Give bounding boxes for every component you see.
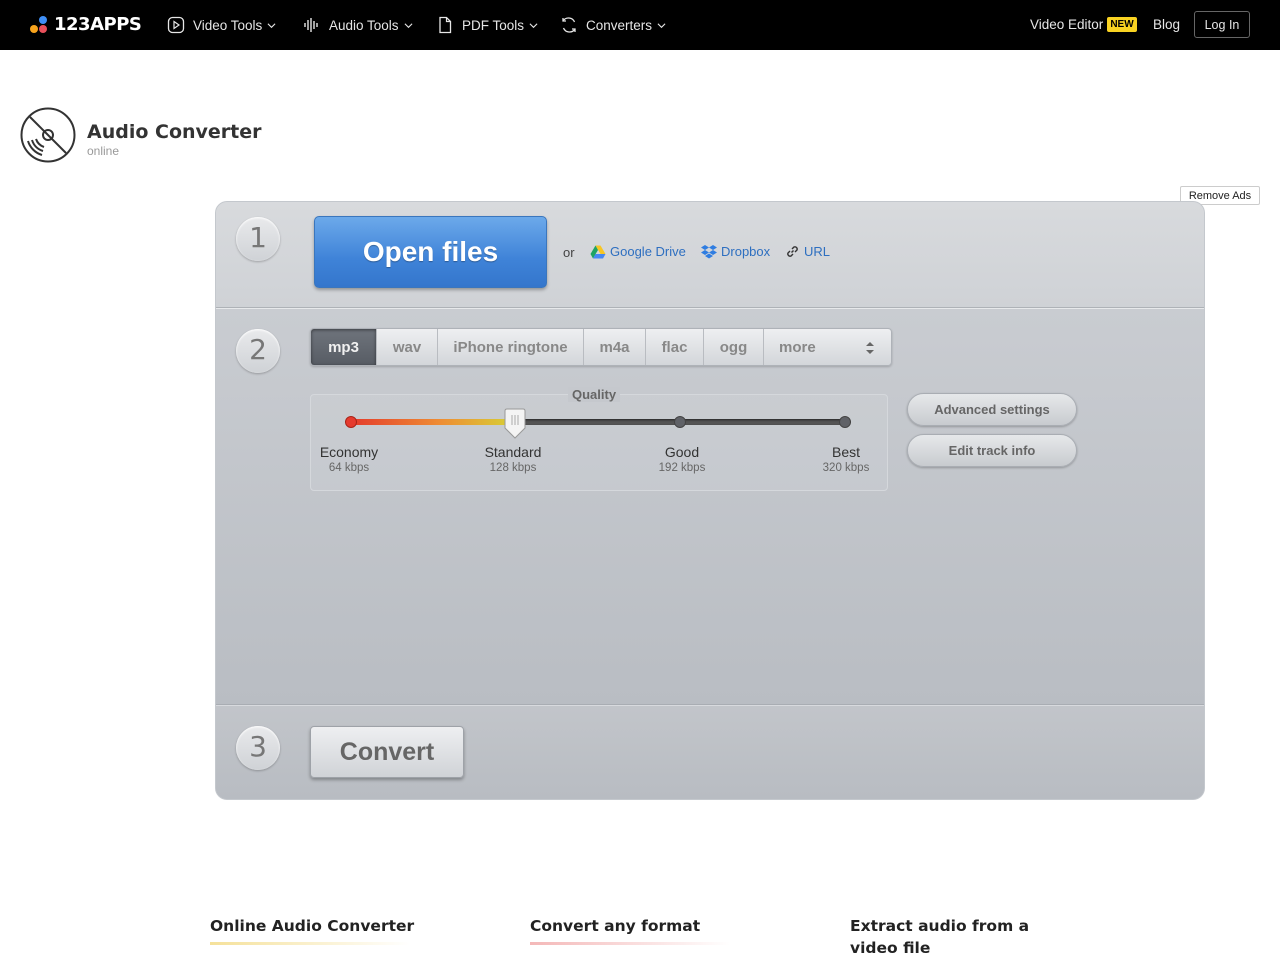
app-title: Audio Converter: [87, 121, 262, 143]
quality-box: Quality Economy 64 kbps Standard 128 kbp…: [310, 387, 888, 491]
converter-panel: 1 Open files or Google Drive Dropbox URL…: [215, 201, 1205, 800]
nav-video-editor[interactable]: Video Editor NEW: [1030, 17, 1137, 32]
footer-heading-convert-any-format: Convert any format: [530, 917, 701, 935]
quality-bitrate-best: 320 kbps: [822, 462, 870, 474]
step-2-number: 2: [236, 329, 280, 373]
quality-slider-track[interactable]: [345, 416, 851, 428]
step-3-number: 3: [236, 726, 280, 770]
quality-slider-thumb[interactable]: [503, 408, 527, 440]
nav-blog[interactable]: Blog: [1153, 17, 1180, 32]
nav-audio-tools-label: Audio Tools: [329, 17, 399, 33]
format-tab-mp3[interactable]: mp3: [311, 329, 377, 365]
brand-dots-icon: [30, 15, 50, 35]
step-1-section: 1 Open files or Google Drive Dropbox URL: [216, 202, 1204, 308]
chevron-down-icon: [529, 22, 538, 28]
url-label: URL: [804, 244, 831, 259]
google-drive-label: Google Drive: [610, 244, 686, 259]
chevron-down-icon: [657, 22, 666, 28]
document-icon: [439, 16, 452, 34]
format-tab-wav[interactable]: wav: [377, 329, 438, 365]
quality-slider-fill: [349, 419, 515, 425]
open-files-button[interactable]: Open files: [314, 216, 547, 288]
nav-converters[interactable]: Converters: [560, 16, 666, 34]
format-more-dropdown[interactable]: more: [764, 329, 891, 365]
chevron-down-icon: [404, 22, 413, 28]
step-3-section: 3 Convert: [216, 706, 1204, 799]
footer-heading-online-audio-converter: Online Audio Converter: [210, 917, 415, 935]
quality-title: Quality: [568, 387, 621, 402]
nav-blog-label: Blog: [1153, 17, 1181, 32]
step-2-section: 2 mp3 wav iPhone ringtone m4a flac ogg m…: [216, 309, 1204, 705]
format-tab-ogg[interactable]: ogg: [704, 329, 764, 365]
dropbox-icon: [701, 245, 717, 259]
quality-level-standard: Standard: [484, 444, 542, 460]
quality-level-best: Best: [831, 444, 860, 460]
nav-video-editor-label: Video Editor: [1030, 17, 1104, 32]
quality-bitrate-economy: 64 kbps: [328, 462, 370, 474]
quality-bitrate-standard: 128 kbps: [489, 462, 537, 474]
quality-tick-economy[interactable]: [345, 416, 357, 428]
brand-name: 123APPS: [54, 14, 142, 35]
format-tab-iphone-ringtone[interactable]: iPhone ringtone: [438, 329, 584, 365]
quality-level-economy: Economy: [319, 444, 379, 460]
footer-heading-extract-audio: Extract audio from a video file: [850, 917, 1030, 957]
format-tabs: mp3 wav iPhone ringtone m4a flac ogg mor…: [310, 328, 892, 366]
quality-level-good: Good: [664, 444, 700, 460]
quality-tick-good[interactable]: [674, 416, 686, 428]
nav-video-tools-label: Video Tools: [193, 17, 263, 33]
nav-pdf-tools-label: PDF Tools: [462, 17, 525, 33]
edit-track-info-button[interactable]: Edit track info: [907, 434, 1077, 467]
play-square-icon: [167, 16, 185, 34]
top-navigation: 123APPS Video Tools Audio Tools PDF Tool…: [0, 0, 1280, 50]
or-label: or: [563, 245, 575, 260]
google-drive-link[interactable]: Google Drive: [590, 244, 686, 259]
new-badge: NEW: [1107, 17, 1137, 32]
nav-audio-tools[interactable]: Audio Tools: [303, 16, 413, 34]
dropbox-label: Dropbox: [721, 244, 771, 259]
nav-converters-label: Converters: [586, 17, 653, 33]
quality-tick-best[interactable]: [839, 416, 851, 428]
footer-underline: [530, 942, 730, 945]
convert-button[interactable]: Convert: [310, 726, 464, 778]
advanced-settings-button[interactable]: Advanced settings: [907, 393, 1077, 426]
nav-video-tools[interactable]: Video Tools: [167, 16, 276, 34]
step-1-number: 1: [236, 217, 280, 261]
nav-pdf-tools[interactable]: PDF Tools: [436, 16, 538, 34]
google-drive-icon: [590, 245, 606, 258]
footer-underline: [210, 942, 410, 945]
audio-converter-disc-icon: [20, 107, 76, 163]
login-button[interactable]: Log In: [1194, 11, 1250, 38]
app-subtitle: online: [87, 144, 120, 158]
brand-logo[interactable]: 123APPS: [30, 14, 142, 35]
format-more-label: more: [779, 338, 816, 356]
select-arrows-icon: [866, 342, 874, 354]
convert-cycle-icon: [562, 17, 576, 33]
url-link[interactable]: URL: [785, 244, 830, 259]
format-tab-m4a[interactable]: m4a: [584, 329, 646, 365]
quality-bitrate-good: 192 kbps: [658, 462, 706, 474]
dropbox-link[interactable]: Dropbox: [701, 244, 770, 259]
format-tab-flac[interactable]: flac: [646, 329, 704, 365]
waveform-icon: [304, 18, 318, 32]
chevron-down-icon: [267, 22, 276, 28]
link-chain-icon: [787, 246, 798, 257]
